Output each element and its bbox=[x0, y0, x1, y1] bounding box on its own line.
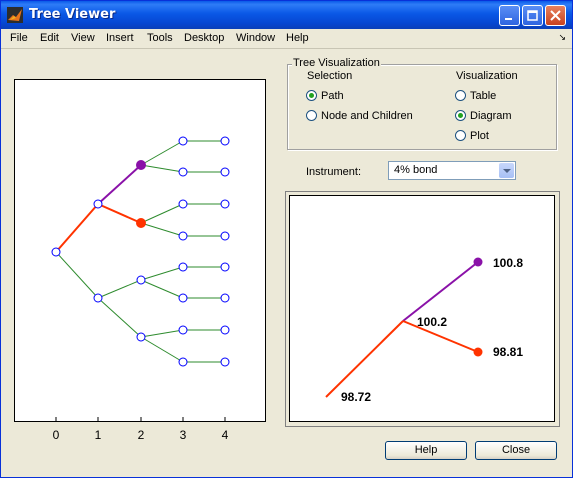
radio-table-label[interactable]: Table bbox=[470, 90, 496, 102]
diagram-middle-value: 100.2 bbox=[417, 315, 448, 329]
radio-table[interactable] bbox=[455, 90, 466, 101]
window-title: Tree Viewer bbox=[29, 7, 116, 22]
menu-view[interactable]: View bbox=[71, 32, 95, 44]
x-tick-label: 4 bbox=[221, 428, 229, 442]
x-tick-label: 2 bbox=[137, 428, 145, 442]
visualization-label: Visualization bbox=[456, 70, 518, 82]
menu-help[interactable]: Help bbox=[286, 32, 309, 44]
maximize-button[interactable] bbox=[522, 5, 543, 26]
radio-node-and-children[interactable] bbox=[306, 110, 317, 121]
menu-separator bbox=[1, 48, 572, 49]
radio-diagram[interactable] bbox=[455, 110, 466, 121]
x-tick-label: 0 bbox=[52, 428, 60, 442]
diagram-up-value: 100.8 bbox=[493, 256, 524, 270]
diagram-root-value: 98.72 bbox=[341, 390, 372, 404]
radio-node-and-children-label[interactable]: Node and Children bbox=[321, 110, 413, 122]
x-tick-label: 3 bbox=[179, 428, 187, 442]
diagram-down-value: 98.81 bbox=[493, 345, 524, 359]
menu-edit[interactable]: Edit bbox=[40, 32, 59, 44]
radio-path[interactable] bbox=[306, 90, 317, 101]
tree-axes[interactable] bbox=[14, 79, 266, 422]
menu-window[interactable]: Window bbox=[236, 32, 275, 44]
minimize-icon bbox=[505, 18, 512, 20]
instrument-label: Instrument: bbox=[306, 166, 362, 178]
matlab-icon bbox=[7, 7, 23, 23]
help-button[interactable]: Help bbox=[385, 441, 467, 460]
menu-file[interactable]: File bbox=[10, 32, 28, 44]
menu-insert[interactable]: Insert bbox=[106, 32, 134, 44]
menu-desktop[interactable]: Desktop bbox=[184, 32, 224, 44]
radio-diagram-label[interactable]: Diagram bbox=[470, 110, 512, 122]
minimize-button[interactable] bbox=[499, 5, 520, 26]
radio-path-label[interactable]: Path bbox=[321, 90, 344, 102]
instrument-select[interactable]: 4% bond bbox=[388, 161, 516, 180]
radio-plot-label[interactable]: Plot bbox=[470, 130, 489, 142]
menu-tools[interactable]: Tools bbox=[147, 32, 173, 44]
close-window-button[interactable] bbox=[545, 5, 566, 26]
dock-arrow-icon[interactable]: ↘ bbox=[558, 32, 566, 43]
menu-bar: File Edit View Insert Tools Desktop Wind… bbox=[1, 29, 572, 48]
close-button[interactable]: Close bbox=[475, 441, 557, 460]
close-icon bbox=[550, 10, 561, 21]
diagram-axes[interactable] bbox=[289, 195, 555, 422]
radio-plot[interactable] bbox=[455, 130, 466, 141]
instrument-value: 4% bond bbox=[394, 164, 438, 176]
title-bar[interactable]: Tree Viewer bbox=[1, 1, 572, 29]
x-tick-label: 1 bbox=[94, 428, 102, 442]
selection-label: Selection bbox=[307, 70, 353, 82]
maximize-icon bbox=[527, 10, 538, 21]
panel-title: Tree Visualization bbox=[292, 57, 381, 69]
chevron-down-icon[interactable] bbox=[499, 163, 514, 178]
